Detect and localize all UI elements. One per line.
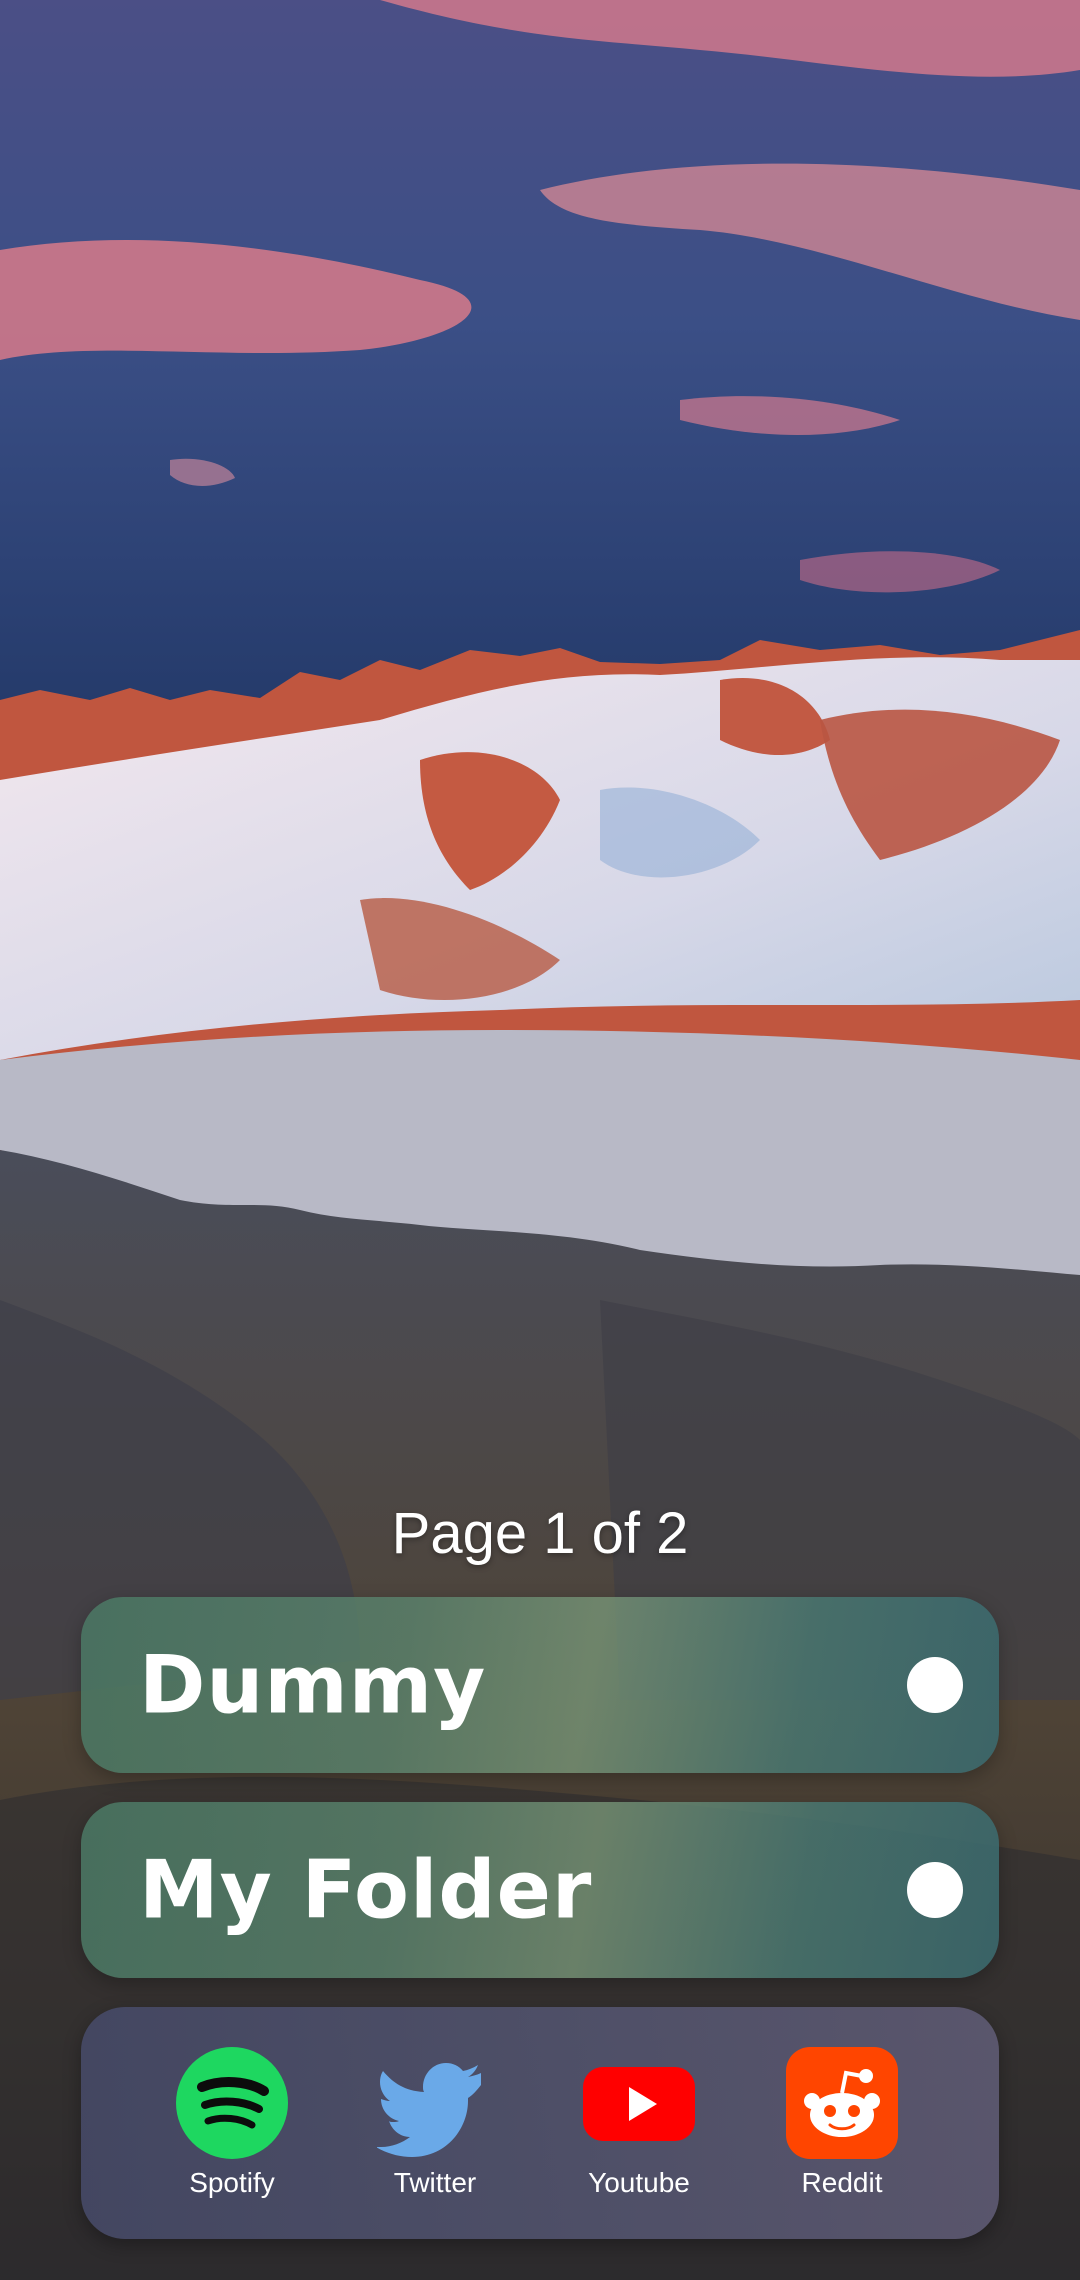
spotify-icon: [176, 2047, 288, 2159]
youtube-icon: [583, 2067, 695, 2141]
app-dock: Spotify Twitter Youtube Reddit: [81, 2007, 999, 2239]
folder-indicator-dot: [907, 1657, 963, 1713]
app-label: Youtube: [588, 2167, 690, 2198]
folder-dummy[interactable]: Dummy: [81, 1597, 999, 1773]
app-reddit[interactable]: Reddit: [757, 2045, 927, 2199]
page-indicator: Page 1 of 2: [391, 1501, 689, 1566]
reddit-icon: [786, 2047, 898, 2159]
app-label: Reddit: [801, 2167, 883, 2198]
twitter-icon: [377, 2063, 481, 2157]
app-label: Twitter: [393, 2167, 477, 2198]
folder-title: My Folder: [139, 1843, 593, 1937]
folder-title: Dummy: [139, 1638, 487, 1732]
app-youtube[interactable]: Youtube: [554, 2045, 724, 2199]
folder-my-folder[interactable]: My Folder: [81, 1802, 999, 1978]
app-label: Spotify: [189, 2167, 275, 2198]
folder-indicator-dot: [907, 1862, 963, 1918]
app-twitter[interactable]: Twitter: [350, 2045, 520, 2199]
app-spotify[interactable]: Spotify: [147, 2045, 317, 2199]
